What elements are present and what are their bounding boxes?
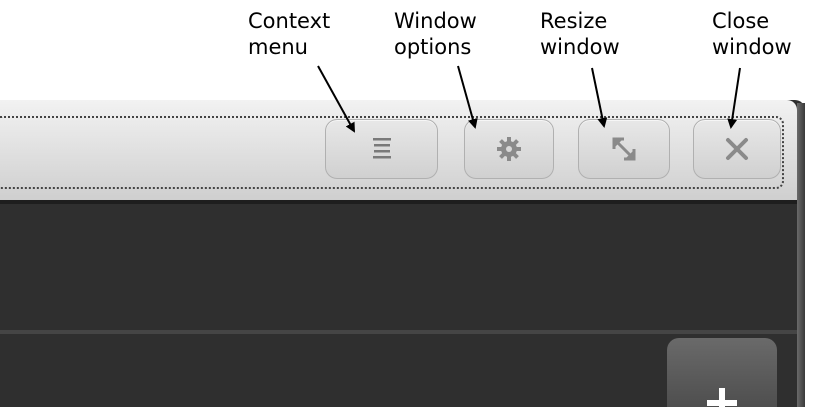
hamburger-menu-icon: [372, 138, 391, 159]
window-titlebar[interactable]: [0, 100, 797, 200]
callout-line: Context: [248, 9, 331, 33]
plus-icon: [707, 388, 737, 407]
add-button[interactable]: [667, 338, 777, 407]
gear-icon: [497, 137, 521, 161]
context-menu-callout: Context menu: [248, 8, 330, 60]
callout-line: Close: [712, 9, 770, 33]
close-window-button[interactable]: [693, 119, 781, 179]
context-menu-button[interactable]: [325, 119, 438, 179]
window-options-button[interactable]: [464, 119, 554, 179]
callout-line: menu: [248, 35, 308, 59]
callout-line: window: [712, 35, 792, 59]
close-icon: [726, 138, 748, 160]
toolbar-area: [0, 204, 797, 330]
callout-line: Window: [394, 9, 477, 33]
window-options-callout: Window options: [394, 8, 477, 60]
resize-window-callout: Resize window: [540, 8, 620, 60]
resize-diagonal-icon: [612, 137, 636, 161]
resize-window-button[interactable]: [578, 119, 670, 179]
callout-line: options: [394, 35, 472, 59]
close-window-callout: Close window: [712, 8, 792, 60]
application-window: [0, 100, 805, 407]
window-right-edge: [797, 103, 805, 407]
callout-line: window: [540, 35, 620, 59]
callout-line: Resize: [540, 9, 608, 33]
